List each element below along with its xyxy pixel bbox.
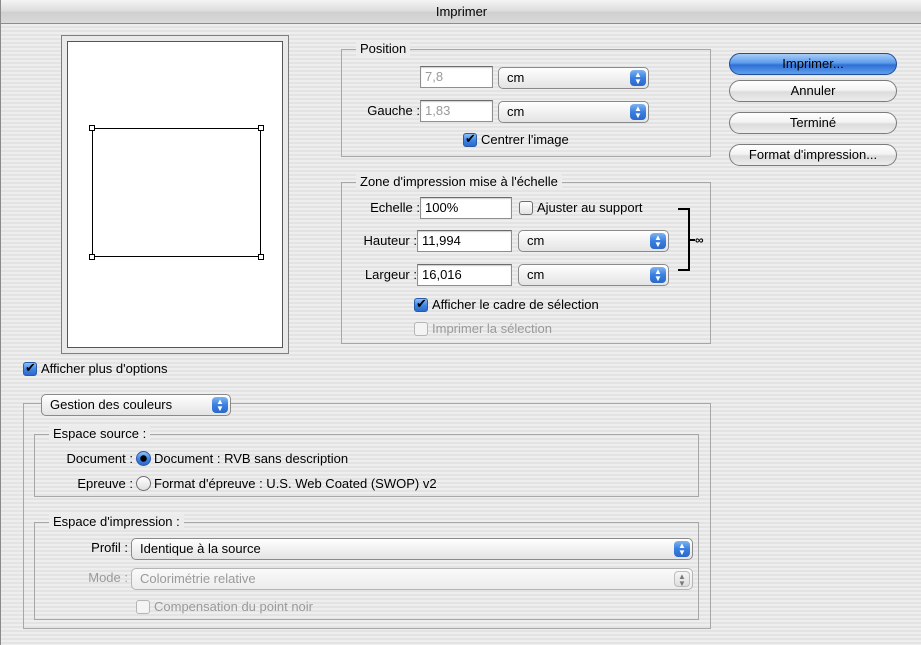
preview-page (67, 41, 283, 348)
afficher-cadre-label: Afficher le cadre de sélection (432, 297, 599, 312)
proportion-bracket (678, 208, 690, 271)
window-titlebar: Imprimer (1, 0, 921, 24)
compensation-checkbox[interactable] (136, 600, 150, 614)
mode-value: Colorimétrie relative (140, 571, 256, 586)
gauche-unit-value: cm (507, 104, 525, 119)
options-section-popup[interactable]: Gestion des couleurs ▲ ▼ (41, 394, 231, 416)
resize-handle-top-left[interactable] (89, 125, 95, 131)
preview-image-bounds[interactable] (89, 125, 264, 260)
up-down-arrows-icon: ▲ ▼ (630, 104, 646, 120)
annuler-button[interactable]: Annuler (729, 80, 897, 102)
document-radio[interactable] (136, 451, 151, 466)
print-preview (61, 35, 289, 354)
ajuster-checkbox[interactable] (519, 201, 533, 215)
gauche-input[interactable]: 1,83 (420, 100, 493, 122)
mode-popup[interactable]: Colorimétrie relative ▲ ▼ (131, 568, 693, 590)
haut-input[interactable]: 7,8 (420, 66, 493, 88)
chain-link-icon[interactable]: ∞ (695, 234, 704, 246)
termine-button[interactable]: Terminé (729, 112, 897, 134)
up-down-arrows-icon: ▲ ▼ (630, 70, 646, 86)
compensation-label: Compensation du point noir (154, 599, 313, 614)
largeur-input[interactable]: 16,016 (417, 264, 512, 286)
up-down-arrows-icon: ▲ ▼ (212, 397, 228, 413)
echelle-input[interactable]: 100% (420, 197, 512, 219)
afficher-plus-options-label: Afficher plus d'options (41, 361, 168, 376)
afficher-cadre-checkbox[interactable] (414, 296, 428, 312)
largeur-label: Largeur : (364, 267, 417, 282)
epreuve-radio[interactable] (136, 476, 151, 491)
hauteur-unit-popup[interactable]: cm ▲ ▼ (518, 230, 669, 252)
centrer-checkbox[interactable] (463, 131, 477, 147)
espace-source-legend: Espace source : (49, 426, 151, 442)
up-down-arrows-icon: ▲ ▼ (650, 233, 666, 249)
gauche-label: Gauche : (367, 103, 420, 118)
centrer-label: Centrer l'image (481, 132, 569, 147)
zone-legend: Zone d'impression mise à l'échelle (356, 174, 562, 190)
epreuve-label: Epreuve : (77, 476, 133, 491)
imprimer-selection-label: Imprimer la sélection (432, 321, 552, 336)
imprimer-selection-checkbox[interactable] (414, 322, 428, 336)
hauteur-label: Hauteur : (363, 233, 417, 248)
espace-impression-legend: Espace d'impression : (49, 514, 184, 530)
largeur-unit-value: cm (527, 267, 545, 282)
document-label: Document : (66, 451, 133, 466)
gauche-unit-popup[interactable]: cm ▲ ▼ (498, 101, 649, 123)
largeur-unit-popup[interactable]: cm ▲ ▼ (518, 264, 669, 286)
print-dialog: Imprimer Position Haut : 7,8 cm ▲▼ Gauch… (0, 0, 921, 645)
mode-label: Mode : (88, 570, 128, 585)
afficher-plus-options-checkbox[interactable] (23, 360, 37, 376)
document-radio-label: Document : RVB sans description (154, 451, 349, 466)
imprimer-button[interactable]: Imprimer... (729, 53, 897, 75)
hauteur-unit-value: cm (527, 233, 545, 248)
resize-handle-bottom-left[interactable] (89, 254, 95, 260)
options-section-value: Gestion des couleurs (50, 397, 173, 412)
echelle-label: Echelle : (370, 200, 420, 215)
epreuve-radio-label: Format d'épreuve : U.S. Web Coated (SWOP… (154, 476, 437, 491)
position-legend: Position (356, 41, 411, 57)
ajuster-label: Ajuster au support (537, 200, 643, 215)
haut-unit-value: cm (507, 70, 525, 85)
format-impression-button[interactable]: Format d'impression... (729, 144, 897, 166)
up-down-arrows-icon: ▲ ▼ (674, 571, 690, 588)
profil-label: Profil : (91, 540, 128, 555)
up-down-arrows-icon: ▲ ▼ (674, 541, 690, 557)
resize-handle-top-right[interactable] (258, 125, 264, 131)
window-title: Imprimer (435, 4, 488, 19)
hauteur-input[interactable]: 11,994 (417, 230, 512, 252)
up-down-arrows-icon: ▲ ▼ (650, 267, 666, 283)
profil-popup[interactable]: Identique à la source ▲ ▼ (131, 538, 693, 560)
haut-unit-popup[interactable]: cm ▲ ▼ (498, 67, 649, 89)
profil-value: Identique à la source (140, 541, 261, 556)
resize-handle-bottom-right[interactable] (258, 254, 264, 260)
